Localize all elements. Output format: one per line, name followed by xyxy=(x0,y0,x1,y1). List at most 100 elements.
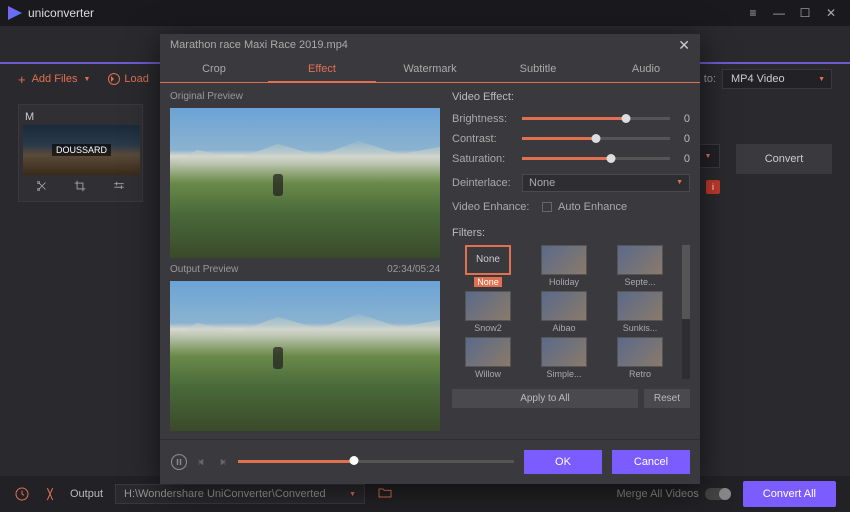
output-preview-label: Output Preview xyxy=(170,264,238,275)
load-dvd-button[interactable]: Load xyxy=(108,73,148,85)
merge-toggle-row: Merge All Videos xyxy=(616,488,730,500)
modal-tabs: CropEffectWatermarkSubtitleAudio xyxy=(160,57,700,83)
tab-audio[interactable]: Audio xyxy=(592,57,700,82)
auto-enhance-label: Auto Enhance xyxy=(558,201,627,213)
chevron-down-icon: ▼ xyxy=(83,76,90,83)
trim-icon[interactable] xyxy=(35,179,49,193)
enhance-label: Video Enhance: xyxy=(452,201,536,213)
slider-value: 0 xyxy=(676,153,690,165)
modal-filename: Marathon race Maxi Race 2019.mp4 xyxy=(170,39,348,51)
slider-label: Contrast: xyxy=(452,133,516,145)
slider-row: Contrast:0 xyxy=(452,129,690,149)
output-preview xyxy=(170,281,440,431)
minimize-button[interactable]: — xyxy=(768,6,790,20)
slider-track[interactable] xyxy=(522,137,670,140)
original-preview-label: Original Preview xyxy=(170,91,243,102)
tab-watermark[interactable]: Watermark xyxy=(376,57,484,82)
merge-toggle[interactable] xyxy=(705,488,731,500)
menu-icon[interactable]: ≡ xyxy=(742,6,764,20)
titlebar: uniconverter ≡ — ☐ ✕ xyxy=(0,0,850,26)
filter-thumb xyxy=(465,291,511,321)
output-format-row: to: MP4 Video ▼ xyxy=(704,69,832,89)
filter-item[interactable]: Willow xyxy=(452,337,524,379)
clock-icon[interactable] xyxy=(14,486,30,502)
add-files-button[interactable]: + Add Files ▼ xyxy=(18,72,90,87)
filter-thumb: None xyxy=(465,245,511,275)
video-effect-heading: Video Effect: xyxy=(452,91,690,103)
filter-thumb xyxy=(541,245,587,275)
slider-track[interactable] xyxy=(522,157,670,160)
output-format-select[interactable]: MP4 Video ▼ xyxy=(722,69,832,89)
slider-row: Brightness: 0 xyxy=(452,109,690,129)
filter-name: Holiday xyxy=(549,277,579,287)
filter-name: None xyxy=(474,277,502,287)
cancel-button[interactable]: Cancel xyxy=(612,450,690,474)
chevron-down-icon: ▼ xyxy=(349,491,356,498)
tab-effect[interactable]: Effect xyxy=(268,57,376,83)
reset-button[interactable]: Reset xyxy=(644,389,690,408)
timecode: 02:34/05:24 xyxy=(387,264,440,275)
filter-name: Septe... xyxy=(624,277,655,287)
play-pause-icon[interactable] xyxy=(170,453,188,471)
crop-icon[interactable] xyxy=(73,179,87,193)
filter-item[interactable]: None None xyxy=(452,245,524,287)
file-edit-tools xyxy=(23,175,138,197)
next-frame-icon[interactable] xyxy=(216,456,228,468)
ok-button[interactable]: OK xyxy=(524,450,602,474)
app-logo-icon xyxy=(8,6,22,20)
app-brand: uniconverter xyxy=(8,6,94,20)
convert-all-button[interactable]: Convert All xyxy=(743,481,836,507)
effect-editor-modal: Marathon race Maxi Race 2019.mp4 ✕ CropE… xyxy=(160,34,700,484)
chevron-down-icon: ▼ xyxy=(676,179,683,186)
effect-settings: Video Effect: Brightness:0Contrast:0Satu… xyxy=(452,91,690,431)
slider-label: Saturation: xyxy=(452,153,516,165)
filter-name: Willow xyxy=(475,369,501,379)
playback-controls xyxy=(170,453,228,471)
info-badge[interactable]: i xyxy=(706,180,720,194)
apply-to-all-button[interactable]: Apply to All xyxy=(452,389,638,408)
output-label: Output xyxy=(70,488,103,500)
gpu-icon[interactable] xyxy=(42,486,58,502)
filter-thumb xyxy=(465,337,511,367)
filter-name: Simple... xyxy=(546,369,581,379)
filter-item[interactable]: Sunkis... xyxy=(604,291,676,333)
filter-item[interactable]: Holiday xyxy=(528,245,600,287)
close-button[interactable]: ✕ xyxy=(820,6,842,20)
disc-icon xyxy=(108,73,120,85)
filter-name: Sunkis... xyxy=(623,323,658,333)
filter-item[interactable]: Septe... xyxy=(604,245,676,287)
app-name: uniconverter xyxy=(28,6,94,20)
file-card[interactable]: M DOUSSARD xyxy=(18,104,143,202)
file-thumbnail[interactable]: DOUSSARD xyxy=(23,125,140,175)
original-preview xyxy=(170,108,440,258)
tab-crop[interactable]: Crop xyxy=(160,57,268,82)
deinterlace-select[interactable]: None ▼ xyxy=(522,174,690,192)
slider-value: 0 xyxy=(676,113,690,125)
plus-icon: + xyxy=(18,72,26,87)
prev-frame-icon[interactable] xyxy=(196,456,208,468)
filter-item[interactable]: Aibao xyxy=(528,291,600,333)
auto-enhance-checkbox[interactable] xyxy=(542,202,552,212)
filter-thumb xyxy=(541,291,587,321)
filters-grid: None None Holiday Septe... Snow2Aibao Sunkis.… xyxy=(452,245,690,379)
output-path-field[interactable]: H:\Wondershare UniConverter\Converted ▼ xyxy=(115,484,365,504)
filter-item[interactable]: Simple... xyxy=(528,337,600,379)
convert-button[interactable]: Convert xyxy=(736,144,832,174)
settings-icon[interactable] xyxy=(112,179,126,193)
slider-label: Brightness: xyxy=(452,113,516,125)
filter-thumb xyxy=(617,245,663,275)
filter-thumb xyxy=(617,337,663,367)
modal-close-icon[interactable]: ✕ xyxy=(678,37,690,54)
filter-item[interactable]: Snow2 xyxy=(452,291,524,333)
open-folder-icon[interactable] xyxy=(377,485,393,504)
maximize-button[interactable]: ☐ xyxy=(794,6,816,20)
deinterlace-label: Deinterlace: xyxy=(452,177,516,189)
slider-track[interactable] xyxy=(522,117,670,120)
filter-item[interactable]: Retro xyxy=(604,337,676,379)
preview-column: Original Preview Output Preview 02:34/05… xyxy=(170,91,440,431)
tab-subtitle[interactable]: Subtitle xyxy=(484,57,592,82)
filters-scrollbar[interactable] xyxy=(682,245,690,379)
seek-slider[interactable] xyxy=(238,460,514,463)
modal-footer: OK Cancel xyxy=(160,439,700,484)
filter-thumb xyxy=(541,337,587,367)
